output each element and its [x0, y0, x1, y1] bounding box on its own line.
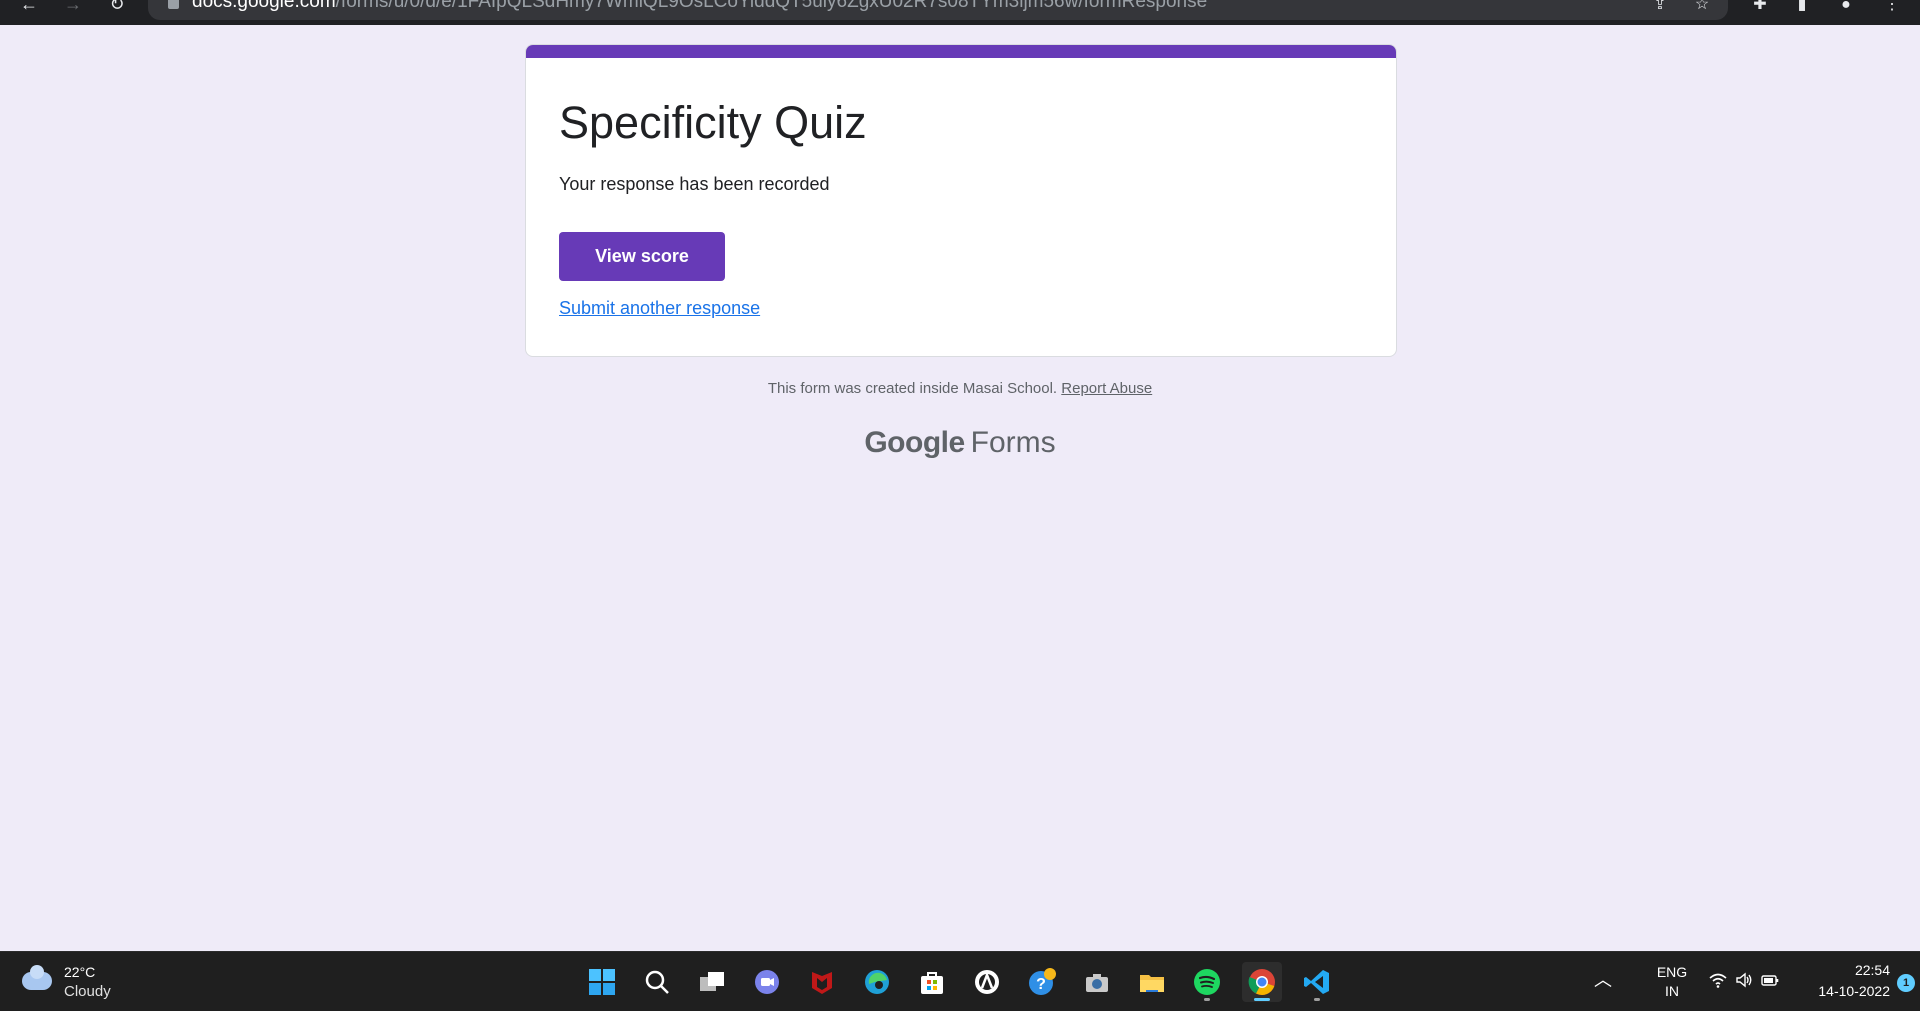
profile-avatar[interactable]: ●: [1834, 0, 1858, 14]
task-view-icon: [700, 972, 724, 991]
windows-logo-icon: [589, 969, 615, 995]
address-bar[interactable]: docs.google.com/forms/u/0/d/e/1FAIpQLSdH…: [148, 0, 1728, 20]
start-button[interactable]: [582, 962, 622, 1002]
form-title: Specificity Quiz: [559, 97, 867, 148]
volume-icon[interactable]: [1734, 970, 1754, 990]
chat-app-button[interactable]: [747, 962, 787, 1002]
task-view-button[interactable]: [692, 962, 732, 1002]
spotify-app-button[interactable]: [1187, 962, 1227, 1002]
folder-icon: [1140, 975, 1164, 992]
chevron-up-icon[interactable]: ︿: [1594, 966, 1612, 992]
system-tray: ︿ ENG IN 22:54 14-10-2022 1: [1580, 952, 1920, 1011]
language-indicator[interactable]: ENG: [1652, 964, 1692, 980]
taskbar: 22°C Cloudy ? ︿ ENG IN 22:54 14-10-2022 …: [0, 951, 1920, 1011]
circle-app-icon: [975, 970, 999, 994]
clock-date[interactable]: 14-10-2022: [1810, 983, 1890, 999]
lock-icon[interactable]: [168, 0, 179, 9]
circle-app-button[interactable]: [967, 962, 1007, 1002]
help-icon: ?: [1029, 968, 1056, 995]
camera-icon: [1086, 974, 1108, 992]
vscode-icon: [1304, 970, 1329, 994]
running-indicator: [1204, 998, 1210, 1001]
taskbar-search-button[interactable]: [637, 962, 677, 1002]
footer-note-text: This form was created inside Masai Schoo…: [767, 380, 1058, 397]
video-chat-icon: [755, 970, 779, 994]
reload-icon[interactable]: ↻: [104, 0, 130, 14]
browser-toolbar: ← → ↻ docs.google.com/forms/u/0/d/e/1FAI…: [0, 0, 1920, 25]
active-indicator: [1254, 998, 1270, 1001]
language-region[interactable]: IN: [1652, 983, 1692, 999]
notification-badge[interactable]: 1: [1897, 974, 1915, 992]
weather-condition: Cloudy: [64, 983, 111, 1000]
edge-icon: [865, 970, 889, 994]
card-accent-bar: [526, 45, 1396, 58]
search-icon: [645, 970, 669, 994]
store-app-button[interactable]: [912, 962, 952, 1002]
wifi-icon[interactable]: [1708, 970, 1728, 990]
logo-forms-text: Forms: [970, 426, 1056, 459]
extensions-icon[interactable]: ✚: [1748, 0, 1772, 14]
cloud-icon: [22, 965, 52, 990]
side-panel-icon[interactable]: ▮: [1790, 0, 1814, 14]
spotify-icon: [1194, 969, 1220, 995]
clock-time[interactable]: 22:54: [1810, 962, 1890, 978]
camera-app-button[interactable]: [1077, 962, 1117, 1002]
report-abuse-link[interactable]: Report Abuse: [1061, 380, 1152, 397]
share-icon[interactable]: ⇪: [1648, 0, 1672, 14]
mcafee-icon: [812, 972, 832, 994]
svg-text:?: ?: [1036, 976, 1046, 993]
footer-note: This form was created inside Masai Schoo…: [0, 380, 1920, 397]
store-icon: [921, 972, 943, 994]
mcafee-app-button[interactable]: [802, 962, 842, 1002]
submit-another-response-link[interactable]: Submit another response: [559, 298, 760, 319]
url-host: docs.google.com: [192, 0, 336, 12]
google-forms-logo[interactable]: Google Forms: [0, 426, 1920, 460]
logo-google-text: Google: [864, 426, 965, 459]
url-text: docs.google.com/forms/u/0/d/e/1FAIpQLSdH…: [192, 0, 1207, 12]
vscode-app-button[interactable]: [1297, 962, 1337, 1002]
chrome-app-button[interactable]: [1242, 962, 1282, 1002]
get-help-app-button[interactable]: ?: [1022, 962, 1062, 1002]
view-score-button[interactable]: View score: [559, 232, 725, 281]
edge-app-button[interactable]: [857, 962, 897, 1002]
file-explorer-app-button[interactable]: [1132, 962, 1172, 1002]
url-path: /forms/u/0/d/e/1FAIpQLSdHmy7WmlQL9OsLCoY…: [335, 0, 1208, 12]
weather-temperature: 22°C: [64, 964, 96, 980]
chrome-icon: [1248, 969, 1275, 995]
battery-icon[interactable]: [1760, 970, 1780, 990]
menu-kebab-icon[interactable]: ⋮: [1880, 0, 1904, 14]
response-recorded-message: Your response has been recorded: [559, 174, 830, 194]
running-indicator: [1314, 998, 1320, 1001]
back-icon[interactable]: ←: [16, 0, 42, 14]
forward-icon[interactable]: →: [60, 0, 86, 14]
bookmark-star-icon[interactable]: ☆: [1690, 0, 1714, 14]
form-card: Specificity Quiz Your response has been …: [525, 44, 1397, 357]
